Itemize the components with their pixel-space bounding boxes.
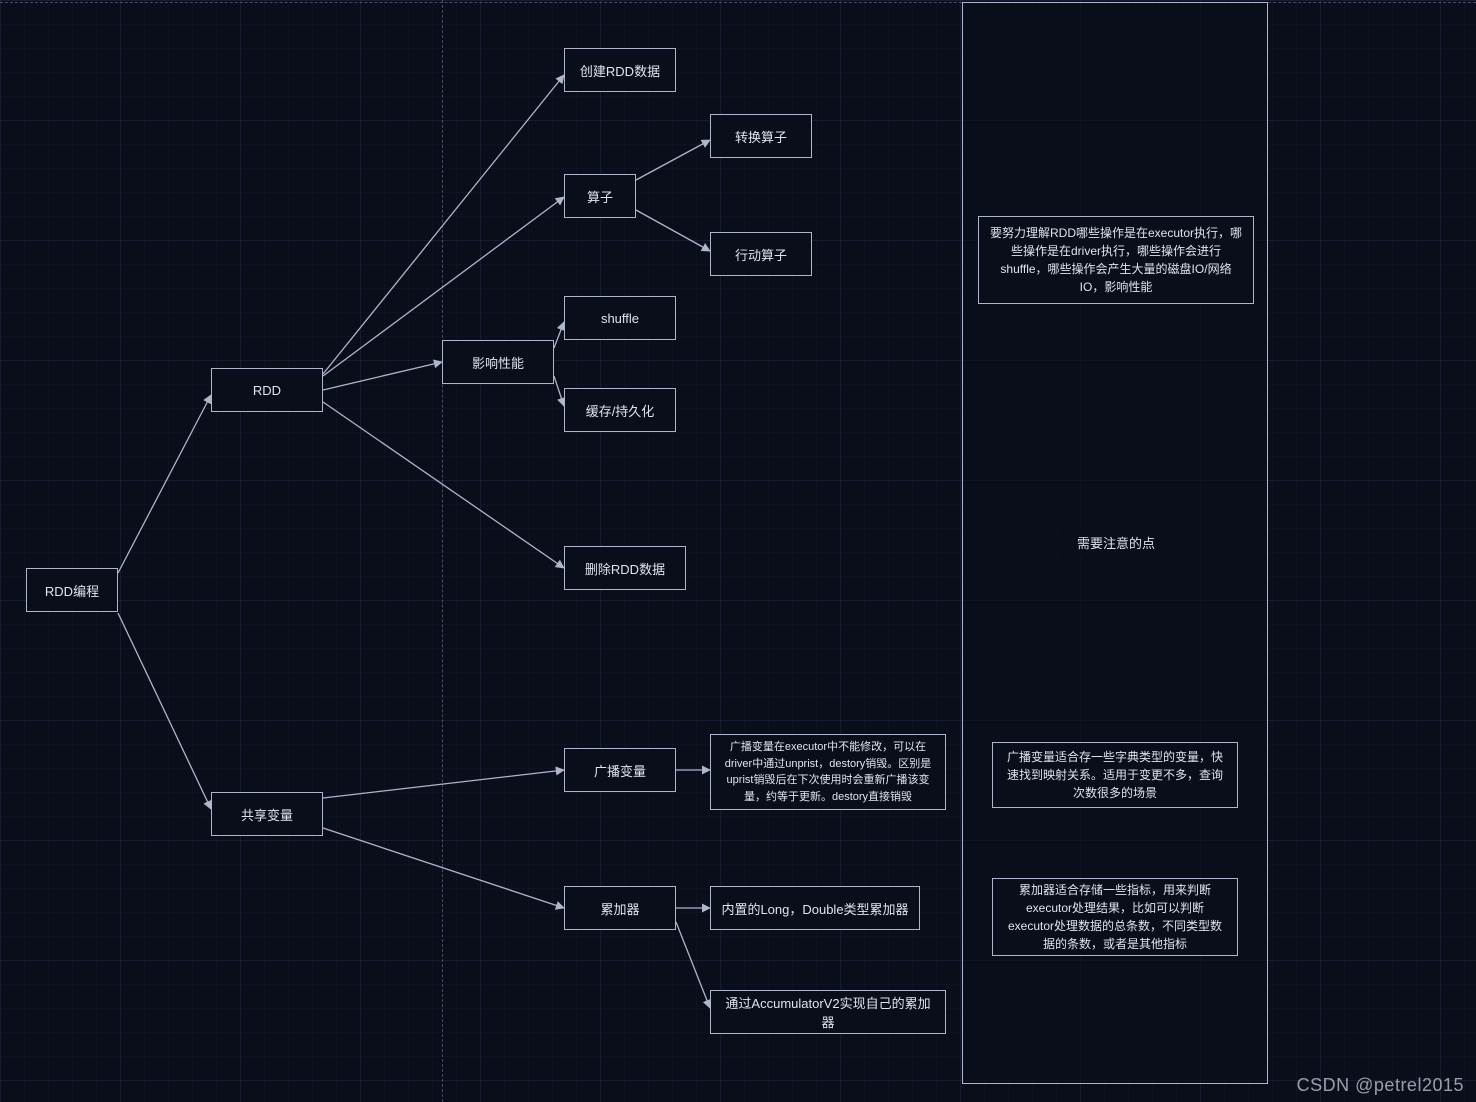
node-label: 行动算子 xyxy=(735,245,787,264)
node-label: 转换算子 xyxy=(735,127,787,146)
node-action[interactable]: 行动算子 xyxy=(710,232,812,276)
node-label: RDD编程 xyxy=(45,581,99,600)
watermark: CSDN @petrel2015 xyxy=(1297,1075,1464,1096)
text-content: 要努力理解RDD哪些操作是在executor执行，哪些操作是在driver执行，… xyxy=(989,224,1243,296)
side-panel-title: 需要注意的点 xyxy=(1060,528,1172,556)
node-operator[interactable]: 算子 xyxy=(564,174,636,218)
node-broadcast[interactable]: 广播变量 xyxy=(564,748,676,792)
node-label: 内置的Long，Double类型累加器 xyxy=(721,899,908,918)
node-acc-custom[interactable]: 通过AccumulatorV2实现自己的累加器 xyxy=(710,990,946,1034)
node-label: shuffle xyxy=(601,311,639,326)
guide-vertical xyxy=(442,0,443,1102)
node-label: 算子 xyxy=(587,187,613,206)
node-label: 缓存/持久化 xyxy=(586,401,655,420)
node-label: 共享变量 xyxy=(241,805,293,824)
side-broadcast-note[interactable]: 广播变量适合存一些字典类型的变量，快速找到映射关系。适用于变更不多，查询次数很多… xyxy=(992,742,1238,808)
text-content: 需要注意的点 xyxy=(1077,533,1155,552)
node-delete-rdd[interactable]: 删除RDD数据 xyxy=(564,546,686,590)
side-executor-note[interactable]: 要努力理解RDD哪些操作是在executor执行，哪些操作是在driver执行，… xyxy=(978,216,1254,304)
node-create-rdd[interactable]: 创建RDD数据 xyxy=(564,48,676,92)
node-accumulator[interactable]: 累加器 xyxy=(564,886,676,930)
node-acc-builtin[interactable]: 内置的Long，Double类型累加器 xyxy=(710,886,920,930)
text-content: 广播变量在executor中不能修改，可以在driver中通过unprist，d… xyxy=(721,739,935,805)
node-transform[interactable]: 转换算子 xyxy=(710,114,812,158)
side-accumulator-note[interactable]: 累加器适合存储一些指标，用来判断executor处理结果，比如可以判断execu… xyxy=(992,878,1238,956)
node-label: 删除RDD数据 xyxy=(585,559,665,578)
node-shuffle[interactable]: shuffle xyxy=(564,296,676,340)
node-label: RDD xyxy=(253,383,281,398)
text-content: 累加器适合存储一些指标，用来判断executor处理结果，比如可以判断execu… xyxy=(1003,881,1227,953)
node-performance[interactable]: 影响性能 xyxy=(442,340,554,384)
node-label: 广播变量 xyxy=(594,761,646,780)
node-broadcast-desc[interactable]: 广播变量在executor中不能修改，可以在driver中通过unprist，d… xyxy=(710,734,946,810)
node-label: 累加器 xyxy=(600,899,639,918)
node-shared-vars[interactable]: 共享变量 xyxy=(211,792,323,836)
node-label: 影响性能 xyxy=(472,353,524,372)
node-label: 通过AccumulatorV2实现自己的累加器 xyxy=(719,993,937,1031)
node-cache[interactable]: 缓存/持久化 xyxy=(564,388,676,432)
node-rdd[interactable]: RDD xyxy=(211,368,323,412)
text-content: 广播变量适合存一些字典类型的变量，快速找到映射关系。适用于变更不多，查询次数很多… xyxy=(1003,748,1227,802)
node-label: 创建RDD数据 xyxy=(580,61,660,80)
node-root[interactable]: RDD编程 xyxy=(26,568,118,612)
